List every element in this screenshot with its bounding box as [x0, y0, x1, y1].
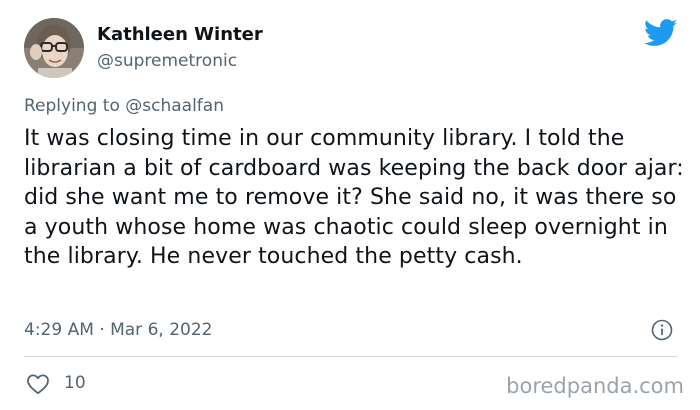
replying-prefix: Replying to — [24, 96, 120, 116]
avatar[interactable] — [24, 18, 84, 78]
source-watermark: boredpanda.com — [506, 374, 684, 398]
heart-icon[interactable] — [26, 373, 50, 395]
avatar-photo — [24, 18, 84, 78]
reply-mention-link[interactable]: @schaalfan — [125, 96, 224, 116]
like-count: 10 — [64, 373, 86, 393]
tweet-timestamp[interactable]: 4:29 AM · Mar 6, 2022 — [24, 320, 212, 340]
replying-to: Replying to @schaalfan — [24, 96, 224, 116]
author-name[interactable]: Kathleen Winter — [97, 24, 263, 45]
author-handle[interactable]: @supremetronic — [97, 51, 237, 71]
twitter-bird-icon[interactable] — [644, 19, 678, 47]
divider — [24, 356, 677, 357]
info-icon[interactable] — [651, 319, 673, 341]
tweet-text: It was closing time in our community lib… — [24, 126, 684, 269]
